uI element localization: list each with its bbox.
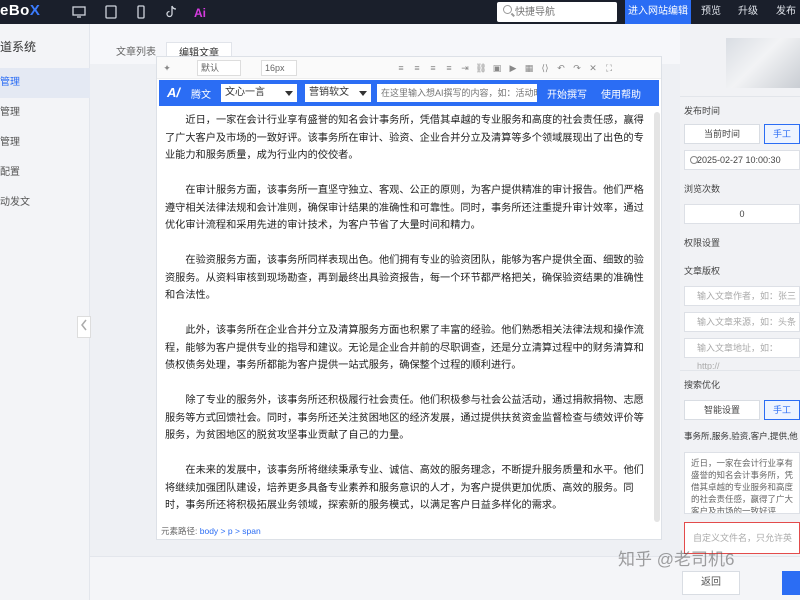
ai-writing-bar: A/ 腾文 文心一言 营销软文 开始撰写 使用帮助 (159, 80, 659, 106)
fullscreen-icon[interactable]: ⛶ (603, 62, 615, 74)
font-family-select[interactable]: 默认 (197, 60, 241, 76)
justify-icon[interactable]: ≡ (443, 62, 455, 74)
ai-model-value: 文心一言 (225, 87, 265, 98)
paragraph: 在审计服务方面，该事务所一直坚守独立、客观、公正的原则，为客户提供精准的审计报告… (165, 185, 644, 231)
ai-help-button[interactable]: 使用帮助 (601, 86, 641, 101)
code-icon[interactable]: ⟨⟩ (539, 62, 551, 74)
source-url-field[interactable]: 输入文章地址，如：http:// (684, 338, 800, 371)
manual-seo-button[interactable]: 手工 (764, 400, 800, 420)
top-bar: eBoX Ai 进入网站编辑 预览 升级 发布 (0, 0, 800, 24)
font-size-select[interactable]: 16px (261, 60, 297, 76)
editor-toolbar: ✦ 默认 16px ≡ ≡ ≡ ≡ ⇥ ⛓ ▣ ▶ ▦ ⟨⟩ ↶ ↷ ✕ ⛶ (157, 57, 661, 79)
permission-label[interactable]: 权限设置 (684, 236, 720, 249)
redo-icon[interactable]: ↷ (571, 62, 583, 74)
publish-time-label: 发布时间 (684, 106, 721, 116)
views-label: 浏览次数 (684, 184, 721, 194)
paragraph: 除了专业的服务外，该事务所还积极履行社会责任。他们积极参与社会公益活动，通过捐款… (165, 395, 644, 441)
align-right-icon[interactable]: ≡ (427, 62, 439, 74)
ai-writer-icon: A/ (167, 85, 180, 100)
logo-text: eBo (0, 2, 30, 19)
article-settings-panel: 发布时间 当前时间 手工 2025-02-27 10:00:30 浏览次数 0 … (680, 24, 800, 573)
quick-nav-search[interactable] (497, 2, 617, 22)
seo-description-field[interactable]: 近日，一家在会计行业享有盛誉的知名会计事务所，凭借其卓越的专业服务和高度的社会责… (684, 452, 800, 514)
author-field[interactable]: 输入文章作者，如：张三 (684, 286, 800, 306)
image-icon[interactable]: ▣ (491, 62, 503, 74)
paragraph: 近日，一家在会计行业享有盛誉的知名会计事务所，凭借其卓越的专业服务和高度的社会责… (165, 115, 644, 161)
current-time-button[interactable]: 当前时间 (684, 124, 760, 144)
element-path: 元素路径: body > p > span (161, 525, 261, 537)
clock-icon (690, 156, 698, 164)
chevron-down-icon (285, 91, 293, 96)
views-field[interactable]: 0 (684, 204, 800, 224)
seo-label: 搜索优化 (684, 380, 721, 390)
undo-icon[interactable]: ↶ (555, 62, 567, 74)
sidebar-item-label: 管理 (0, 77, 20, 88)
collapse-sidebar-button[interactable] (77, 316, 91, 338)
sidebar-item-label: 管理 (0, 107, 20, 118)
enter-site-editor-button[interactable]: 进入网站编辑 (625, 0, 691, 24)
logo-x: X (29, 2, 41, 19)
datetime-value: 2025-02-27 10:00:30 (697, 155, 781, 165)
phone-icon[interactable] (134, 5, 148, 19)
logo[interactable]: eBoX (0, 2, 40, 19)
left-sidebar: 道系统 管理 管理 管理 配置 动发文 (0, 24, 90, 600)
align-left-icon[interactable]: ≡ (395, 62, 407, 74)
save-button[interactable] (782, 571, 800, 595)
sidebar-item-label: 配置 (0, 167, 20, 178)
table-icon[interactable]: ▦ (523, 62, 535, 74)
sidebar-title: 道系统 (0, 40, 37, 54)
indent-icon[interactable]: ⇥ (459, 62, 471, 74)
publish-datetime-field[interactable]: 2025-02-27 10:00:30 (684, 150, 800, 170)
divider (680, 96, 800, 97)
element-path-label: 元素路径: (161, 526, 198, 536)
video-icon[interactable]: ▶ (507, 62, 519, 74)
sidebar-item-label: 管理 (0, 137, 20, 148)
chevron-down-icon (359, 91, 367, 96)
paragraph: 在验资服务方面，该事务所同样表现出色。他们拥有专业的验资团队，能够为客户提供全面… (165, 255, 644, 301)
smart-setting-button[interactable]: 智能设置 (684, 400, 760, 420)
preview-button[interactable]: 预览 (696, 0, 726, 24)
cover-thumbnail[interactable] (726, 38, 800, 88)
rich-text-editor: ✦ 默认 16px ≡ ≡ ≡ ≡ ⇥ ⛓ ▣ ▶ ▦ ⟨⟩ ↶ ↷ ✕ ⛶ A… (156, 56, 662, 540)
ai-label: 腾文 (191, 90, 211, 101)
tiktok-icon[interactable] (164, 5, 178, 19)
sidebar-item-4[interactable]: 配置 (0, 158, 90, 188)
watermark: 知乎 @老司机6 (618, 550, 735, 569)
back-button[interactable]: 返回 (682, 571, 740, 595)
paragraph: 此外，该事务所在企业合并分立及清算服务方面也积累了丰富的经验。他们熟悉相关法律法… (165, 325, 644, 371)
ai-icon[interactable]: Ai (194, 5, 208, 20)
svg-text:Ai: Ai (194, 6, 206, 19)
publish-button[interactable]: 发布 (772, 0, 800, 24)
ai-style-value: 营销软文 (309, 87, 349, 98)
sidebar-item-3[interactable]: 管理 (0, 128, 90, 158)
align-center-icon[interactable]: ≡ (411, 62, 423, 74)
ai-model-select[interactable]: 文心一言 (221, 84, 297, 102)
sidebar-item-2[interactable]: 管理 (0, 98, 90, 128)
sidebar-item-5[interactable]: 动发文 (0, 188, 90, 218)
monitor-icon[interactable] (72, 5, 86, 19)
format-icon[interactable]: ✦ (161, 62, 173, 74)
seo-keywords[interactable]: 事务所,服务,验资,客户,提供,他 (684, 430, 800, 442)
ai-prompt-input[interactable] (377, 84, 537, 102)
editor-content[interactable]: 近日，一家在会计行业享有盛誉的知名会计事务所，凭借其卓越的专业服务和高度的社会责… (165, 112, 655, 522)
sidebar-item-1[interactable]: 管理 (0, 68, 90, 98)
paragraph: 在未来的发展中，该事务所将继续秉承专业、诚信、高效的服务理念，不断提升服务质量和… (165, 465, 644, 511)
editor-scrollbar[interactable] (654, 112, 660, 522)
manual-time-button[interactable]: 手工 (764, 124, 800, 144)
element-path-value[interactable]: body > p > span (200, 526, 261, 536)
sidebar-item-label: 动发文 (0, 197, 30, 208)
ai-style-select[interactable]: 营销软文 (305, 84, 371, 102)
ai-start-writing-button[interactable]: 开始撰写 (547, 86, 587, 101)
tablet-icon[interactable] (104, 5, 118, 19)
copyright-label: 文章版权 (684, 266, 721, 276)
tab-article-list[interactable]: 文章列表 (110, 42, 162, 64)
search-input[interactable] (515, 4, 613, 20)
clear-format-icon[interactable]: ✕ (587, 62, 599, 74)
link-icon[interactable]: ⛓ (475, 62, 487, 74)
search-icon (503, 5, 512, 14)
upgrade-button[interactable]: 升级 (732, 0, 764, 24)
divider (680, 370, 800, 371)
source-field[interactable]: 输入文章来源，如：头条 (684, 312, 800, 332)
